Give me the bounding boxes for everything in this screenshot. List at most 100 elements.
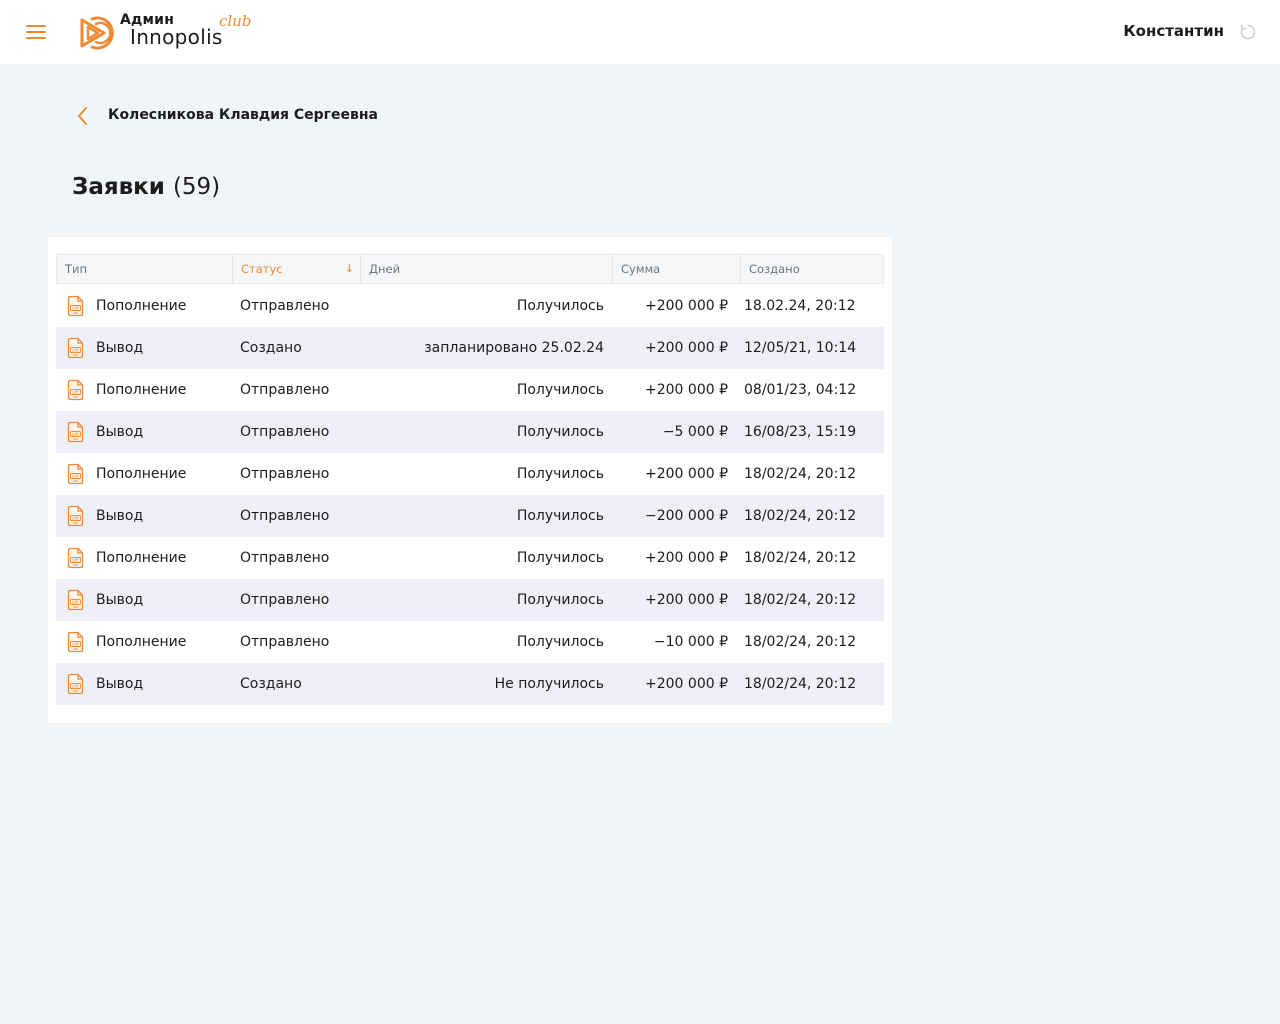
cell-type: Вывод xyxy=(96,508,144,524)
logo-club-text: club xyxy=(219,12,252,30)
column-header-status-label: Статус xyxy=(241,262,283,276)
pdf-file-icon[interactable]: pdf xyxy=(67,295,84,317)
cell-type: Вывод xyxy=(96,676,144,692)
top-bar: Админ Innopolis club Константин xyxy=(0,0,1280,64)
logo[interactable]: Админ Innopolis club xyxy=(78,12,258,54)
page-title: Заявки (59) xyxy=(72,174,220,200)
pdf-file-icon[interactable]: pdf xyxy=(67,673,84,695)
cell-days: Получилось xyxy=(516,466,604,482)
pdf-file-icon[interactable]: pdf xyxy=(67,463,84,485)
table-row[interactable]: pdf Пополнение Отправлено Получилось +20… xyxy=(56,537,884,579)
page-title-text: Заявки xyxy=(72,174,165,200)
cell-amount: +200 000 ₽ xyxy=(645,466,728,482)
svg-text:pdf: pdf xyxy=(72,641,79,646)
column-header-created[interactable]: Создано xyxy=(740,255,883,283)
table-row[interactable]: pdf Вывод Создано запланировано 25.02.24… xyxy=(56,327,884,369)
column-header-type[interactable]: Тип xyxy=(57,255,232,283)
table-row[interactable]: pdf Вывод Создано Не получилось +200 000… xyxy=(56,663,884,705)
cell-days: Получилось xyxy=(516,550,604,566)
menu-icon[interactable] xyxy=(26,25,46,39)
column-header-status[interactable]: Статус ↓ xyxy=(232,255,360,283)
pdf-file-icon[interactable]: pdf xyxy=(67,505,84,527)
svg-text:pdf: pdf xyxy=(72,473,79,478)
cell-type: Вывод xyxy=(96,340,144,356)
cell-status: Отправлено xyxy=(240,592,330,608)
cell-amount: +200 000 ₽ xyxy=(645,550,728,566)
pdf-file-icon[interactable]: pdf xyxy=(67,589,84,611)
cell-amount: +200 000 ₽ xyxy=(645,592,728,608)
cell-status: Отправлено xyxy=(240,634,330,650)
table-row[interactable]: pdf Пополнение Отправлено Получилось −10… xyxy=(56,621,884,663)
cell-amount: +200 000 ₽ xyxy=(645,340,728,356)
cell-created: 16/08/23, 15:19 xyxy=(744,424,857,440)
cell-days: Не получилось xyxy=(494,676,604,692)
cell-created: 08/01/23, 04:12 xyxy=(744,382,857,398)
cell-status: Создано xyxy=(240,340,302,356)
cell-amount: +200 000 ₽ xyxy=(645,676,728,692)
cell-days: Получилось xyxy=(516,592,604,608)
user-name[interactable]: Константин xyxy=(1123,22,1224,40)
requests-table-card: Тип Статус ↓ Дней Сумма Создано pdf Попо… xyxy=(48,237,892,723)
cell-amount: −5 000 ₽ xyxy=(662,424,728,440)
table-row[interactable]: pdf Вывод Отправлено Получилось +200 000… xyxy=(56,579,884,621)
cell-amount: +200 000 ₽ xyxy=(645,382,728,398)
cell-created: 18/02/24, 20:12 xyxy=(744,634,857,650)
svg-text:pdf: pdf xyxy=(72,347,79,352)
cell-status: Отправлено xyxy=(240,466,330,482)
cell-type: Пополнение xyxy=(96,382,187,398)
table-row[interactable]: pdf Пополнение Отправлено Получилось +20… xyxy=(56,369,884,411)
cell-created: 18/02/24, 20:12 xyxy=(744,508,857,524)
cell-type: Пополнение xyxy=(96,634,187,650)
cell-amount: −10 000 ₽ xyxy=(653,634,728,650)
cell-days: Получилось xyxy=(516,424,604,440)
cell-created: 18/02/24, 20:12 xyxy=(744,550,857,566)
pdf-file-icon[interactable]: pdf xyxy=(67,379,84,401)
cell-days: запланировано 25.02.24 xyxy=(424,340,604,356)
svg-text:pdf: pdf xyxy=(72,389,79,394)
chevron-left-icon[interactable] xyxy=(76,106,90,126)
svg-text:pdf: pdf xyxy=(72,431,79,436)
svg-text:pdf: pdf xyxy=(72,515,79,520)
svg-text:pdf: pdf xyxy=(72,683,79,688)
column-header-days[interactable]: Дней xyxy=(360,255,612,283)
table-row[interactable]: pdf Вывод Отправлено Получилось −5 000 ₽… xyxy=(56,411,884,453)
cell-status: Отправлено xyxy=(240,508,330,524)
cell-created: 18/02/24, 20:12 xyxy=(744,676,857,692)
cell-created: 18/02/24, 20:12 xyxy=(744,592,857,608)
table-row[interactable]: pdf Пополнение Отправлено Получилось +20… xyxy=(56,285,884,327)
cell-days: Получилось xyxy=(516,634,604,650)
svg-text:pdf: pdf xyxy=(72,599,79,604)
client-name: Колесникова Клавдия Сергеевна xyxy=(108,107,378,123)
cell-days: Получилось xyxy=(516,298,604,314)
svg-text:pdf: pdf xyxy=(72,557,79,562)
cell-type: Вывод xyxy=(96,424,144,440)
cell-days: Получилось xyxy=(516,508,604,524)
table-header: Тип Статус ↓ Дней Сумма Создано xyxy=(56,254,884,284)
cell-status: Создано xyxy=(240,676,302,692)
cell-created: 12/05/21, 10:14 xyxy=(744,340,857,356)
cell-created: 18/02/24, 20:12 xyxy=(744,466,857,482)
sort-arrow-down-icon: ↓ xyxy=(344,262,354,275)
cell-status: Отправлено xyxy=(240,298,330,314)
pdf-file-icon[interactable]: pdf xyxy=(67,337,84,359)
svg-text:pdf: pdf xyxy=(72,305,79,310)
cell-type: Пополнение xyxy=(96,466,187,482)
cell-created: 18.02.24, 20:12 xyxy=(744,298,856,314)
logo-icon xyxy=(80,16,114,50)
cell-type: Пополнение xyxy=(96,550,187,566)
logo-brand-text: Innopolis xyxy=(130,25,223,49)
pdf-file-icon[interactable]: pdf xyxy=(67,631,84,653)
cell-days: Получилось xyxy=(516,382,604,398)
table-row[interactable]: pdf Пополнение Отправлено Получилось +20… xyxy=(56,453,884,495)
cell-status: Отправлено xyxy=(240,550,330,566)
cell-status: Отправлено xyxy=(240,382,330,398)
cell-status: Отправлено xyxy=(240,424,330,440)
table-row[interactable]: pdf Вывод Отправлено Получилось −200 000… xyxy=(56,495,884,537)
cell-amount: +200 000 ₽ xyxy=(645,298,728,314)
pdf-file-icon[interactable]: pdf xyxy=(67,547,84,569)
cell-type: Пополнение xyxy=(96,298,187,314)
cell-type: Вывод xyxy=(96,592,144,608)
logout-icon[interactable] xyxy=(1239,23,1257,41)
pdf-file-icon[interactable]: pdf xyxy=(67,421,84,443)
column-header-amount[interactable]: Сумма xyxy=(612,255,740,283)
